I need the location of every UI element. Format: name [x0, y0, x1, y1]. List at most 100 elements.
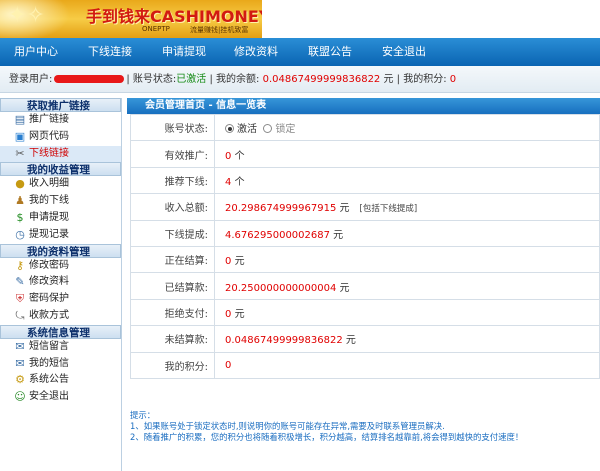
sidebar-item-label: 安全退出: [29, 391, 69, 403]
active-referrals-value: 0: [225, 150, 232, 162]
document-icon: ▤: [14, 113, 26, 126]
sidebar-item-income-detail[interactable]: ● 收入明细: [0, 176, 121, 193]
my-points-label: 我的积分:: [130, 351, 215, 379]
points-value: 0: [449, 74, 457, 85]
tips-box: 提示： 1、如果账号处于锁定状态时,则说明你的账号可能存在异常,需要及时联系管理…: [130, 410, 600, 443]
radio-locked[interactable]: [263, 124, 273, 134]
balance-value: 0.04867499999836822: [262, 74, 381, 85]
banner-subtitle-right: 流量赚钱|挂机致富: [190, 26, 249, 34]
table-row: 未结算款: 0.04867499999836822 元: [130, 325, 600, 353]
table-row: 账号状态: 激活 锁定: [130, 113, 600, 142]
table-row: 收入总额: 20.298674999967915 元 [包括下线提成]: [130, 193, 600, 221]
sidebar-item-label: 短信留言: [29, 340, 69, 352]
sidebar-item-my-downlines[interactable]: ♟ 我的下线: [0, 193, 121, 210]
unsettled-unit: 元: [345, 335, 356, 347]
settled-label: 已结算款:: [130, 272, 215, 300]
sidebar-group-earnings[interactable]: 我的收益管理: [0, 162, 121, 177]
sidebar-item-label: 提现记录: [29, 228, 69, 240]
tips-line-2: 2、随着推广的积累，您的积分也将随着积极增长，积分越高，结算排名越靠前,将会得到…: [130, 432, 524, 442]
sidebar-item-payment-method[interactable]: ⤿ 收款方式: [0, 308, 121, 325]
sidebar-item-edit-profile[interactable]: ✎ 修改资料: [0, 274, 121, 291]
sidebar-item-label: 我的下线: [29, 195, 69, 207]
user-info-bar: 登录用户: | 账号状态:已激活 | 我的余额: 0.04867499999836…: [0, 66, 600, 93]
sidebar-item-label: 密码保护: [29, 293, 69, 305]
dollar-icon: $: [16, 210, 24, 224]
scissors-icon: ✂: [15, 146, 25, 160]
sidebar-item-label: 网页代码: [29, 130, 69, 142]
users-icon: ♟: [15, 194, 25, 208]
banner-title: 手到钱来CASHIMONEY!: [86, 7, 262, 26]
sidebar-item-label: 修改密码: [29, 259, 69, 271]
downline-commission-cell: 4.676295000002687 元: [214, 219, 600, 247]
coins-icon: ●: [15, 177, 25, 191]
total-income-value: 20.298674999967915: [225, 203, 337, 215]
referral-downlines-value: 4: [225, 176, 232, 188]
sidebar-item-password-protect[interactable]: ⛨ 密码保护: [0, 291, 121, 308]
sidebar-item-system-notice[interactable]: ⚙ 系统公告: [0, 372, 121, 389]
settling-cell: 0 元: [214, 245, 600, 274]
envelope-icon: ✉: [15, 339, 25, 353]
nav-user-center[interactable]: 用户中心: [14, 38, 58, 66]
status-label: 账号状态:: [130, 113, 215, 142]
user-edit-icon: ✎: [15, 275, 25, 289]
radio-active[interactable]: [225, 124, 234, 134]
banner-subtitle-left: ONEPTP: [142, 25, 170, 33]
sidebar-item-label: 收入明细: [29, 178, 69, 190]
rejected-label: 拒绝支付:: [130, 298, 215, 327]
sidebar-group-system[interactable]: 系统信息管理: [0, 324, 121, 339]
settled-unit: 元: [339, 282, 350, 294]
sidebar-item-messages[interactable]: ✉ 短信留言: [0, 339, 121, 356]
rejected-unit: 元: [234, 308, 245, 320]
sidebar-item-label: 申请提现: [29, 211, 69, 223]
total-income-note: [包括下线提成]: [359, 204, 418, 215]
sidebar-item-label: 我的短信: [29, 357, 69, 369]
unsettled-cell: 0.04867499999836822 元: [214, 325, 600, 353]
webpage-icon: ▣: [14, 129, 26, 143]
table-row: 我的积分: 0: [130, 351, 600, 379]
sidebar-item-my-messages[interactable]: ✉ 我的短信: [0, 356, 121, 373]
top-nav: 用户中心 下线连接 申请提现 修改资料 联盟公告 安全退出: [0, 38, 600, 66]
table-row: 有效推广: 0 个: [130, 140, 600, 168]
unsettled-value: 0.04867499999836822: [225, 335, 343, 347]
table-row: 拒绝支付: 0 元: [130, 298, 600, 327]
downline-commission-label: 下线提成:: [130, 219, 215, 247]
settling-label: 正在结算:: [130, 245, 215, 274]
tips-line-1: 1、如果账号处于锁定状态时,则说明你的账号可能存在异常,需要及时联系管理员解决.: [130, 421, 445, 431]
active-referrals-cell: 0 个: [214, 140, 600, 168]
my-points-value: 0: [225, 359, 232, 371]
redacted-username: [54, 75, 125, 83]
sidebar-group-promo[interactable]: 获取推广链接: [0, 98, 121, 112]
sidebar-group-profile[interactable]: 我的资料管理: [0, 243, 121, 258]
nav-edit-profile[interactable]: 修改资料: [234, 38, 278, 66]
sidebar-item-safe-logout[interactable]: ☺ 安全退出: [0, 389, 121, 406]
sidebar: 获取推广链接 ▤ 推广链接 ▣ 网页代码 ✂ 下线链接 我的收益管理 ● 收入明细 ♟ 我…: [0, 98, 122, 471]
unsettled-label: 未结算款:: [130, 325, 215, 353]
settled-value: 20.250000000000004: [225, 282, 337, 294]
referral-downlines-label: 推荐下线:: [130, 166, 215, 195]
nav-logout[interactable]: 安全退出: [382, 38, 426, 66]
account-status-value: 已激活: [176, 74, 207, 85]
active-referrals-label: 有效推广:: [130, 140, 215, 168]
sidebar-item-downline-link[interactable]: ✂ 下线链接: [0, 145, 121, 163]
arrow-icon: ⤿: [15, 308, 25, 322]
gear-icon: ⚙: [15, 373, 25, 387]
nav-downline-link[interactable]: 下线连接: [88, 38, 132, 66]
sidebar-item-web-code[interactable]: ▣ 网页代码: [0, 129, 121, 146]
sidebar-item-label: 收款方式: [29, 309, 69, 321]
settling-unit: 元: [234, 256, 245, 268]
tips-title: 提示：: [130, 410, 156, 420]
sidebar-item-promo-link[interactable]: ▤ 推广链接: [0, 112, 121, 129]
points-label: | 我的积分:: [396, 74, 447, 85]
site-banner-logo[interactable]: ✦✧ 手到钱来CASHIMONEY! ONEPTP 流量赚钱|挂机致富: [0, 0, 262, 38]
shield-icon: ⛨: [15, 292, 25, 306]
table-row: 正在结算: 0 元: [130, 245, 600, 274]
sidebar-item-change-password[interactable]: ⚷ 修改密码: [0, 258, 121, 275]
radio-active-label: 激活: [237, 124, 257, 136]
nav-withdraw[interactable]: 申请提现: [162, 38, 206, 66]
sidebar-item-withdraw-records[interactable]: ◷ 提现记录: [0, 227, 121, 244]
downline-commission-value: 4.676295000002687: [225, 229, 330, 241]
sidebar-item-apply-withdraw[interactable]: $ 申请提现: [0, 210, 121, 227]
sidebar-item-label: 下线链接: [29, 147, 69, 159]
key-icon: ⚷: [15, 258, 25, 272]
nav-announcements[interactable]: 联盟公告: [308, 38, 352, 66]
